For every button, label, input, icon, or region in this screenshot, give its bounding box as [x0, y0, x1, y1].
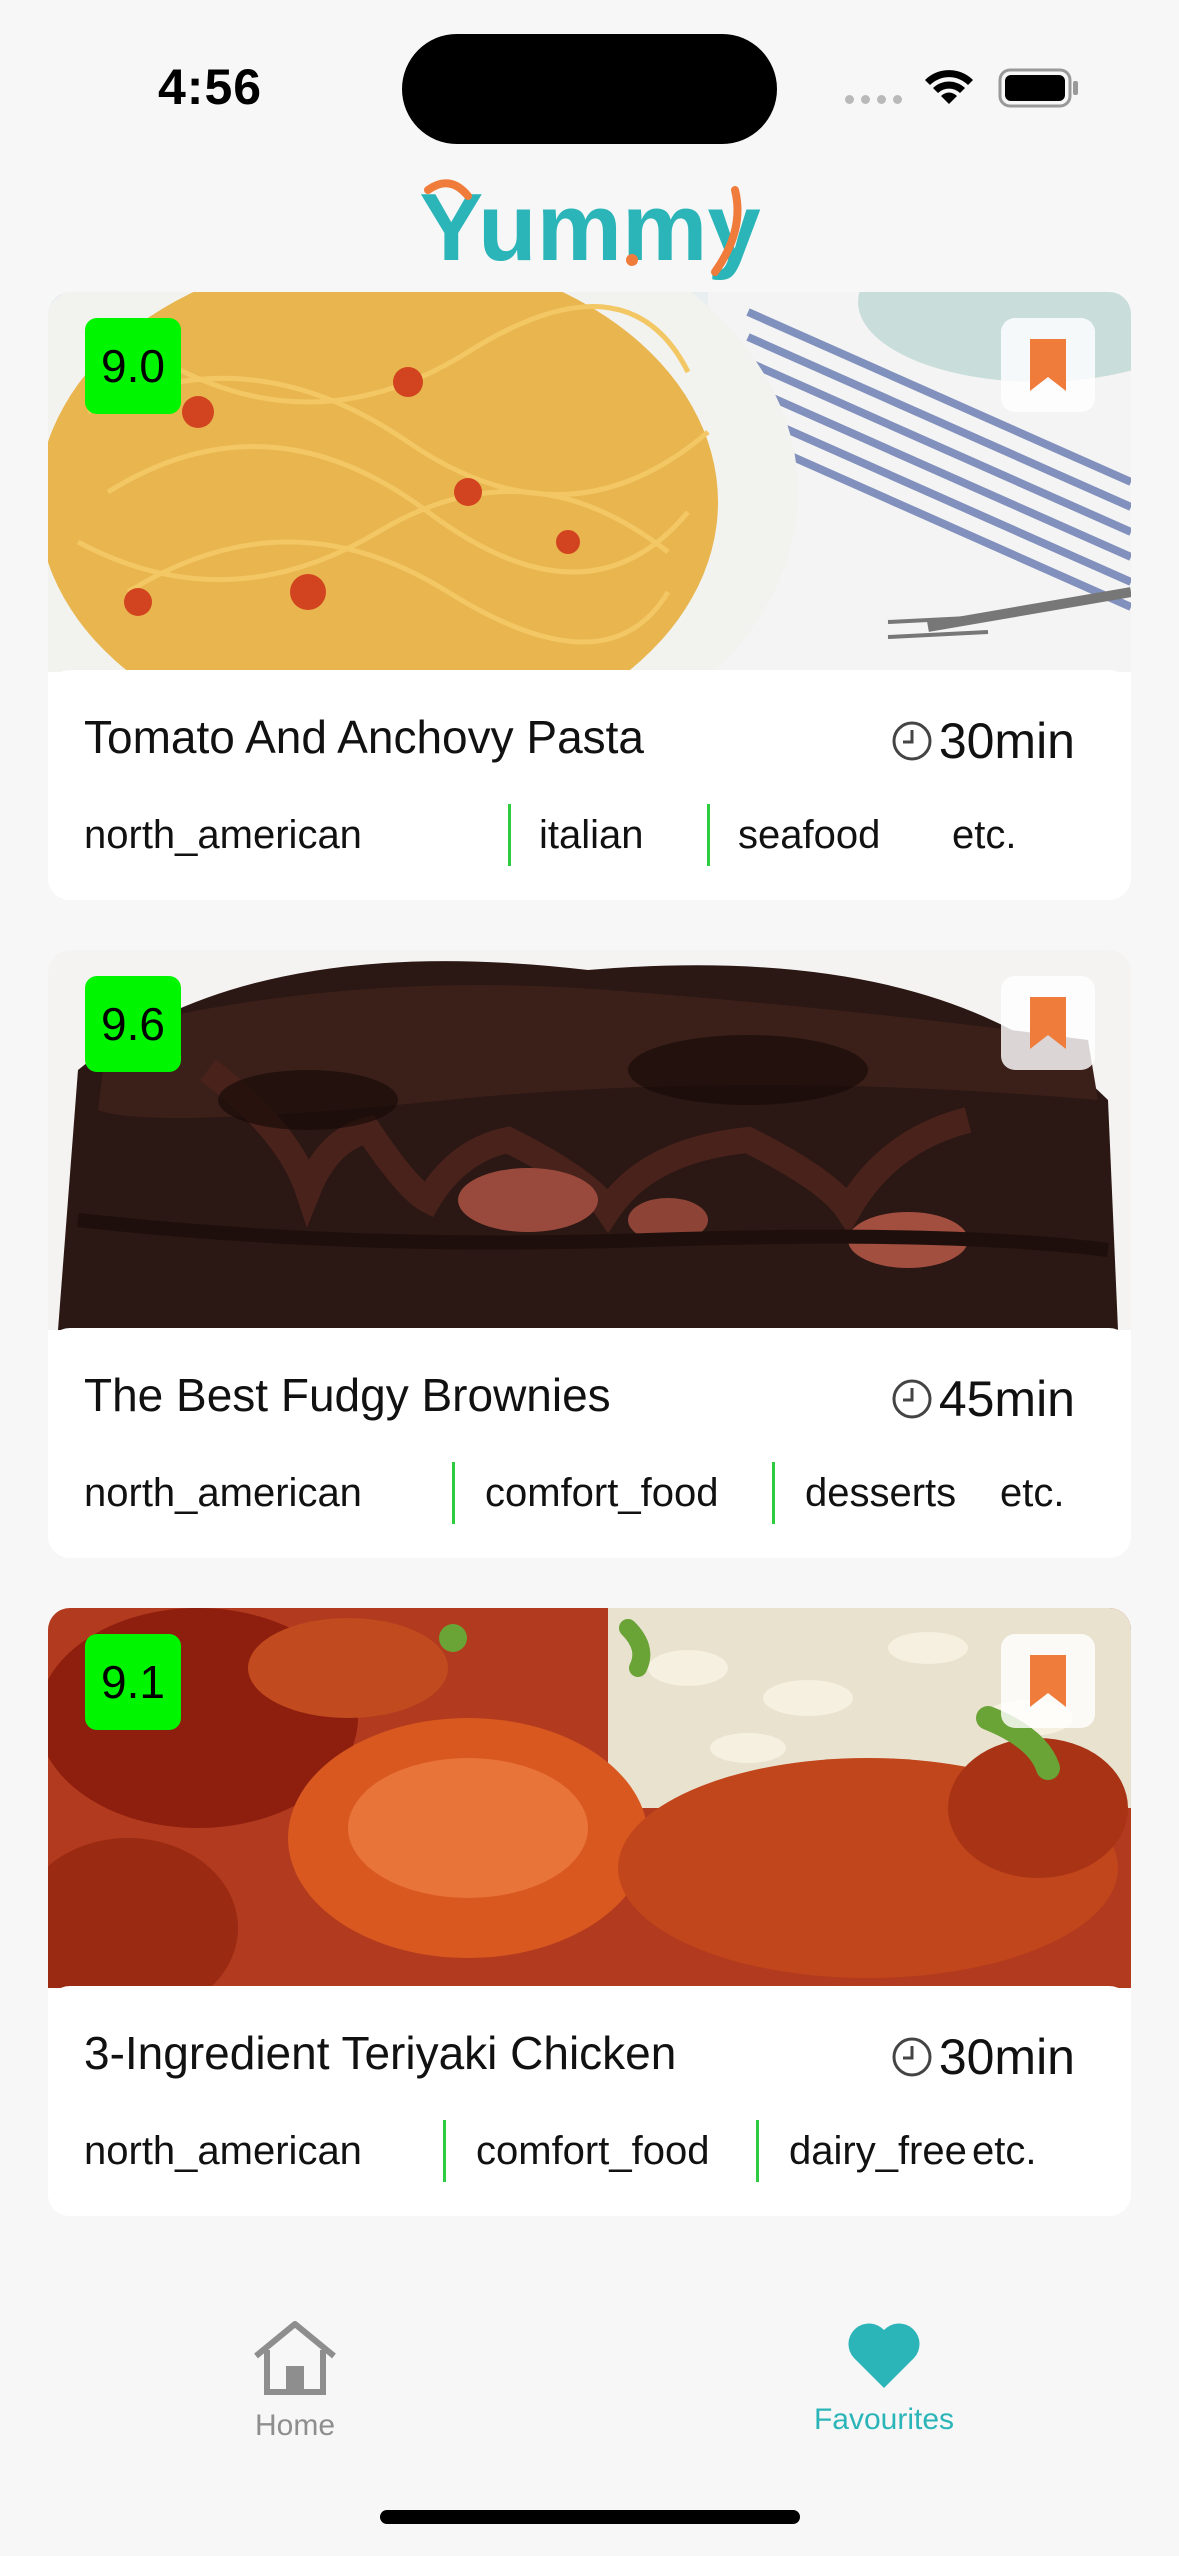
wifi-icon [925, 70, 973, 104]
home-indicator [380, 2510, 800, 2524]
tags-more: etc. [972, 2129, 1037, 2173]
tag-divider [508, 804, 511, 866]
tag: comfort_food [485, 1471, 719, 1515]
tab-label: Favourites [813, 2403, 955, 2436]
cook-time-label: 30min [938, 713, 1075, 769]
cook-time-label: 30min [938, 2029, 1075, 2085]
bookmark-icon [1030, 339, 1066, 391]
recipe-card[interactable]: 9.1 3-Ingredient Teriyaki Chicken 30min … [48, 1608, 1131, 2216]
rating-badge: 9.6 [85, 976, 181, 1072]
status-bar: 4:56 [0, 0, 1179, 170]
battery-icon [998, 68, 1078, 108]
tag-divider [756, 2120, 759, 2182]
tab-favourites[interactable]: Favourites [734, 2320, 1034, 2437]
recipe-card[interactable]: 9.6 The Best Fudgy Brownies 45min north_… [48, 950, 1131, 1558]
tags-more: etc. [1000, 1471, 1065, 1515]
tab-label: Home [254, 2409, 336, 2442]
cook-time-label: 45min [938, 1371, 1075, 1427]
cook-time: 30min [891, 2028, 1075, 2086]
tags-more: etc. [952, 813, 1017, 857]
svg-text:Yummy: Yummy [419, 174, 760, 281]
cook-time: 30min [891, 712, 1075, 770]
bookmark-button[interactable] [1001, 1634, 1095, 1728]
tag-divider [443, 2120, 446, 2182]
tag: comfort_food [476, 2129, 710, 2173]
recipe-card[interactable]: 9.0 Tomato And Anchovy Pasta 30min north… [48, 292, 1131, 900]
tag-list: north_american comfort_food desserts etc… [84, 1458, 1104, 1528]
recipe-title: Tomato And Anchovy Pasta [84, 711, 645, 763]
recipe-image: 9.0 [48, 292, 1131, 672]
tag: desserts [805, 1471, 957, 1515]
rating-badge: 9.0 [85, 318, 181, 414]
clock-icon [892, 721, 932, 761]
clock-icon [892, 1379, 932, 1419]
tag: north_american [84, 813, 362, 857]
bookmark-button[interactable] [1001, 976, 1095, 1070]
recipe-info: Tomato And Anchovy Pasta 30min north_ame… [48, 670, 1131, 900]
cook-time: 45min [891, 1370, 1075, 1428]
heart-icon [848, 2323, 920, 2388]
recipe-title: 3-Ingredient Teriyaki Chicken [84, 2027, 677, 2079]
bookmark-icon [1030, 997, 1066, 1049]
bookmark-icon [1030, 1655, 1066, 1707]
tag: dairy_free [789, 2129, 967, 2173]
clock-icon [892, 2037, 932, 2077]
tag: north_american [84, 2129, 362, 2173]
cellular-signal-icon [845, 95, 902, 104]
status-time: 4:56 [158, 59, 263, 115]
home-icon [254, 2321, 336, 2395]
recipe-image: 9.6 [48, 950, 1131, 1330]
tag: italian [539, 813, 644, 857]
tag-divider [452, 1462, 455, 1524]
tag: seafood [738, 813, 881, 857]
recipe-title: The Best Fudgy Brownies [84, 1369, 611, 1421]
app-logo: Yummy [0, 160, 1179, 290]
tag-divider [707, 804, 710, 866]
recipe-image: 9.1 [48, 1608, 1131, 1988]
tag-list: north_american comfort_food dairy_free e… [84, 2116, 1104, 2186]
recipe-info: 3-Ingredient Teriyaki Chicken 30min nort… [48, 1986, 1131, 2216]
tag: north_american [84, 1471, 362, 1515]
dynamic-island [402, 34, 777, 144]
bookmark-button[interactable] [1001, 318, 1095, 412]
tab-home[interactable]: Home [145, 2320, 445, 2443]
tag-list: north_american italian seafood etc. [84, 800, 1104, 870]
rating-badge: 9.1 [85, 1634, 181, 1730]
tag-divider [772, 1462, 775, 1524]
recipe-info: The Best Fudgy Brownies 45min north_amer… [48, 1328, 1131, 1558]
